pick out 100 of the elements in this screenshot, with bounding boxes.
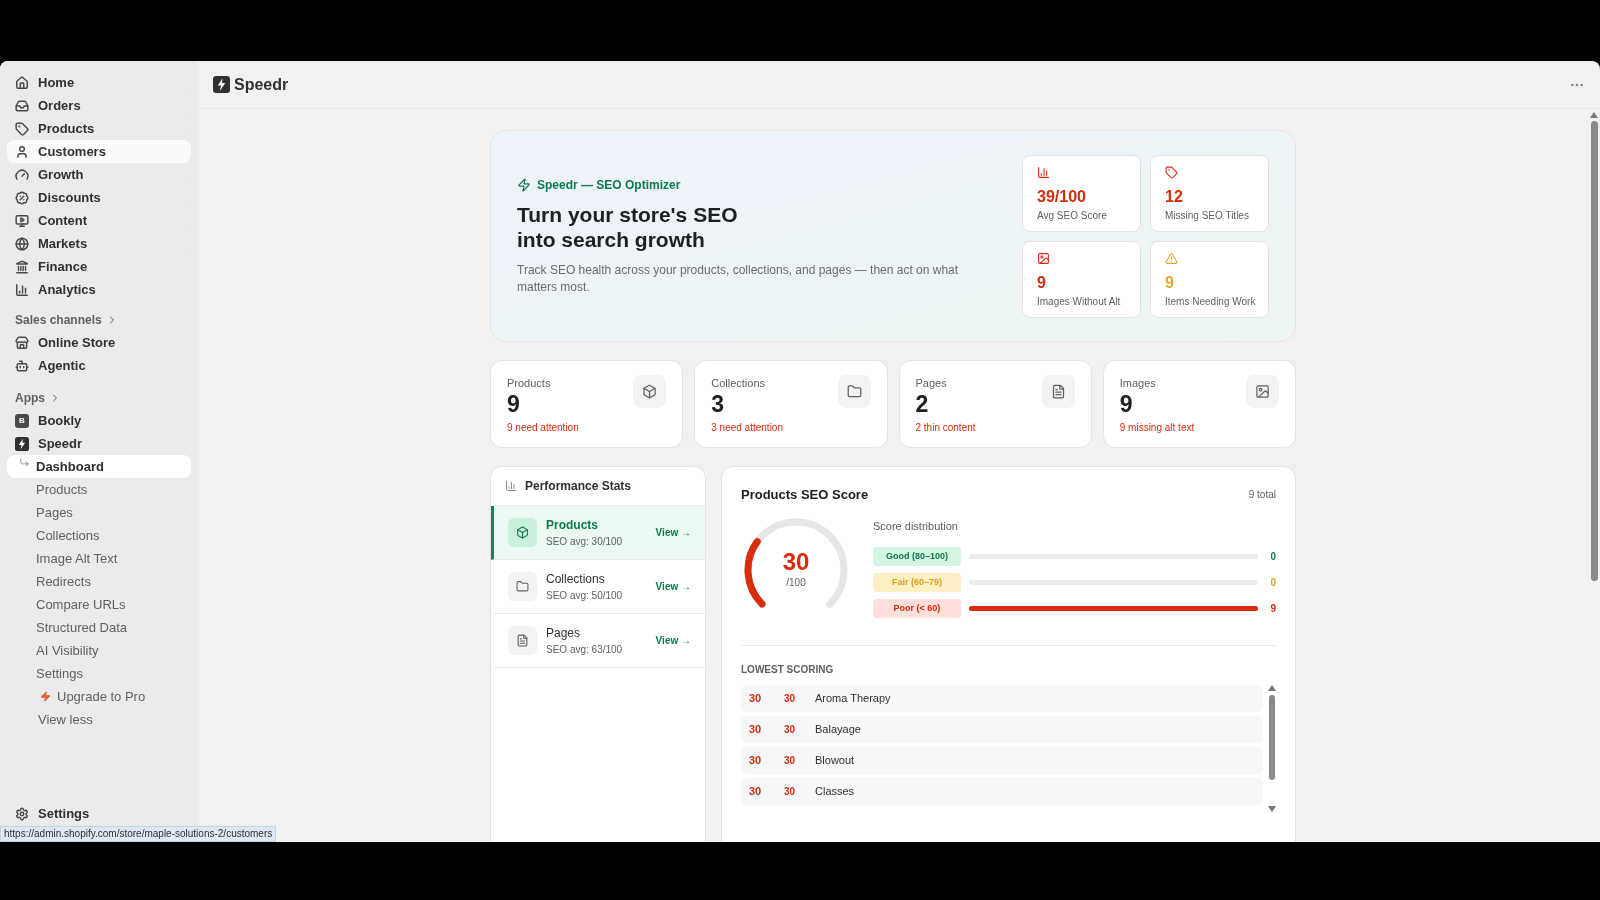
stat-label: Products bbox=[507, 376, 552, 391]
subnav-item[interactable]: AI Visibility bbox=[7, 639, 191, 662]
performance-row[interactable]: Pages SEO avg: 63/100 View → bbox=[491, 614, 705, 668]
stat-note: 9 need attention bbox=[507, 420, 579, 435]
app-title: Speedr bbox=[234, 74, 289, 95]
table-cell-text: 30 bbox=[784, 722, 797, 737]
hero-title: Turn your store's SEO into search growth bbox=[517, 202, 739, 252]
stat-value: 9 bbox=[1119, 391, 1134, 416]
row-score: 30 bbox=[749, 783, 763, 799]
stat-note: 9 missing alt text bbox=[1119, 420, 1195, 435]
subnav-item[interactable]: Settings bbox=[7, 662, 191, 685]
row-subtitle: SEO avg: 63/100 bbox=[546, 643, 624, 657]
store-icon bbox=[15, 335, 29, 350]
metric-value: 9 bbox=[1165, 273, 1175, 292]
table-cell-text: 30 bbox=[784, 691, 797, 706]
tag-icon bbox=[1165, 165, 1178, 179]
score-row[interactable]: 30 30 Balayage bbox=[741, 715, 1263, 743]
band-label: Fair (60–79) bbox=[873, 572, 961, 592]
upgrade-link[interactable]: Upgrade to Pro bbox=[7, 685, 191, 708]
gauge-suffix: /100 bbox=[786, 576, 806, 590]
bolt-icon bbox=[40, 691, 51, 702]
subnav-item[interactable]: Redirects bbox=[7, 570, 191, 593]
band-label: Poor (< 60) bbox=[873, 598, 961, 618]
bolt-logo-icon bbox=[15, 436, 29, 451]
metric-value: 39/100 bbox=[1037, 187, 1087, 206]
row-name: Blowout bbox=[815, 752, 855, 768]
app-icon: B bbox=[15, 413, 29, 428]
monitor-icon bbox=[15, 213, 29, 228]
table-cell-text: 30 bbox=[784, 753, 797, 768]
metric-label: Images Without Alt bbox=[1037, 294, 1122, 309]
home-icon bbox=[15, 75, 29, 90]
score-row[interactable]: 30 30 Aroma Therapy bbox=[741, 684, 1263, 712]
status-url: https://admin.shopify.com/store/maple-solutions-2/customers bbox=[0, 826, 277, 842]
nav-item[interactable]: Online Store bbox=[7, 331, 191, 354]
view-link[interactable]: View → bbox=[655, 525, 691, 540]
score-row[interactable]: 30 30 Blowout bbox=[741, 746, 1263, 774]
row-score: 30 bbox=[749, 752, 763, 768]
row-title: Pages bbox=[546, 625, 582, 642]
nav-item[interactable]: Agentic bbox=[7, 354, 191, 377]
section-heading[interactable]: Sales channels bbox=[15, 311, 102, 329]
bar-chart-icon bbox=[15, 282, 29, 297]
bar-chart-icon bbox=[505, 480, 517, 492]
metric-value: 12 bbox=[1165, 187, 1184, 206]
nav-item[interactable]: B Bookly bbox=[7, 409, 191, 432]
row-name: Aroma Therapy bbox=[815, 690, 891, 706]
panel-title: Performance Stats bbox=[525, 478, 632, 495]
box-icon bbox=[642, 384, 658, 399]
stat-note: 2 thin content bbox=[915, 420, 976, 435]
band-count: 0 bbox=[1269, 549, 1276, 564]
person-icon bbox=[15, 144, 29, 159]
gauge-value: 30 bbox=[782, 549, 810, 575]
view-link[interactable]: View → bbox=[655, 633, 691, 648]
inbox-icon bbox=[15, 98, 29, 113]
band-count: 9 bbox=[1269, 601, 1276, 616]
stat-label: Collections bbox=[711, 376, 767, 391]
subnav-item[interactable]: Dashboard bbox=[7, 455, 191, 478]
subnav-item[interactable]: Image Alt Text bbox=[7, 547, 191, 570]
section-heading[interactable]: Apps bbox=[15, 389, 45, 407]
row-score: 30 bbox=[749, 721, 763, 737]
nav-item[interactable]: Speedr bbox=[7, 432, 191, 455]
branch-icon bbox=[19, 457, 30, 468]
row-score: 30 bbox=[749, 690, 763, 706]
distribution-title: Score distribution bbox=[873, 518, 959, 534]
stat-value: 3 bbox=[711, 391, 726, 416]
nav-item[interactable]: Customers bbox=[7, 140, 191, 163]
row-name: Balayage bbox=[815, 721, 861, 737]
document-icon bbox=[516, 634, 529, 647]
gauge-icon bbox=[15, 167, 29, 182]
hero-description: Track SEO health across your products, collections, and pages — then act on what matters most. bbox=[517, 262, 960, 296]
subnav-item[interactable]: Structured Data bbox=[7, 616, 191, 639]
subnav-item[interactable]: Compare URLs bbox=[7, 593, 191, 616]
row-subtitle: SEO avg: 50/100 bbox=[546, 589, 624, 603]
document-icon bbox=[1050, 384, 1066, 399]
stat-label: Images bbox=[1119, 376, 1157, 391]
subnav-item[interactable]: Collections bbox=[7, 524, 191, 547]
box-icon bbox=[516, 526, 529, 539]
view-less-link[interactable]: View less bbox=[7, 708, 191, 731]
subnav-item[interactable]: Pages bbox=[7, 501, 191, 524]
metric-label: Missing SEO Titles bbox=[1165, 208, 1250, 223]
subnav-item[interactable]: Products bbox=[7, 478, 191, 501]
panel-title: Products SEO Score bbox=[741, 486, 869, 504]
list-scrollbar[interactable] bbox=[1267, 684, 1276, 812]
stat-note: 3 need attention bbox=[711, 420, 783, 435]
performance-row[interactable]: Products SEO avg: 30/100 View → bbox=[491, 506, 705, 560]
image-icon bbox=[1037, 251, 1050, 265]
nav-item[interactable]: Settings bbox=[38, 804, 90, 824]
row-name: Classes bbox=[815, 783, 855, 799]
band-count: 0 bbox=[1269, 575, 1276, 590]
metric-value: 9 bbox=[1037, 273, 1047, 292]
bar-chart-icon bbox=[1037, 165, 1050, 179]
view-link[interactable]: View → bbox=[655, 579, 691, 594]
bolt-icon bbox=[517, 178, 531, 192]
row-subtitle: SEO avg: 30/100 bbox=[546, 535, 624, 549]
performance-row[interactable]: Collections SEO avg: 50/100 View → bbox=[491, 560, 705, 614]
score-row[interactable]: 30 30 Classes bbox=[741, 777, 1263, 805]
table-cell-text: 30 bbox=[784, 784, 797, 799]
folder-icon bbox=[846, 384, 862, 399]
section-heading: LOWEST SCORING bbox=[741, 662, 835, 677]
stat-label: Pages bbox=[915, 376, 948, 391]
bank-icon bbox=[15, 259, 29, 274]
